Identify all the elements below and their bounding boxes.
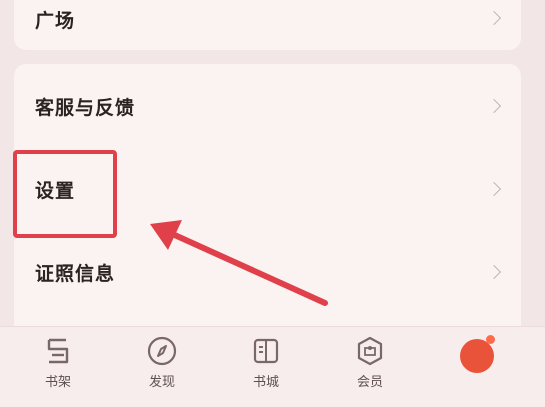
tab-label: 书架: [44, 375, 71, 390]
bookshelf-icon: [47, 338, 69, 364]
notification-dot: [486, 335, 495, 344]
avatar[interactable]: [460, 339, 494, 373]
bottom-tab-bar: 书架 发现 书城 会员: [0, 326, 545, 407]
tab-label: 书城: [252, 375, 279, 390]
vip-icon: [357, 336, 383, 366]
book-icon: [253, 338, 279, 364]
compass-icon: [147, 336, 177, 366]
tab-label: 发现: [148, 375, 175, 390]
tab-vip[interactable]: 会员: [330, 335, 410, 390]
tab-label: 会员: [356, 375, 383, 390]
tab-discover[interactable]: 发现: [122, 335, 202, 390]
tab-bookshelf[interactable]: 书架: [18, 335, 98, 390]
tab-bookstore[interactable]: 书城: [226, 335, 306, 390]
